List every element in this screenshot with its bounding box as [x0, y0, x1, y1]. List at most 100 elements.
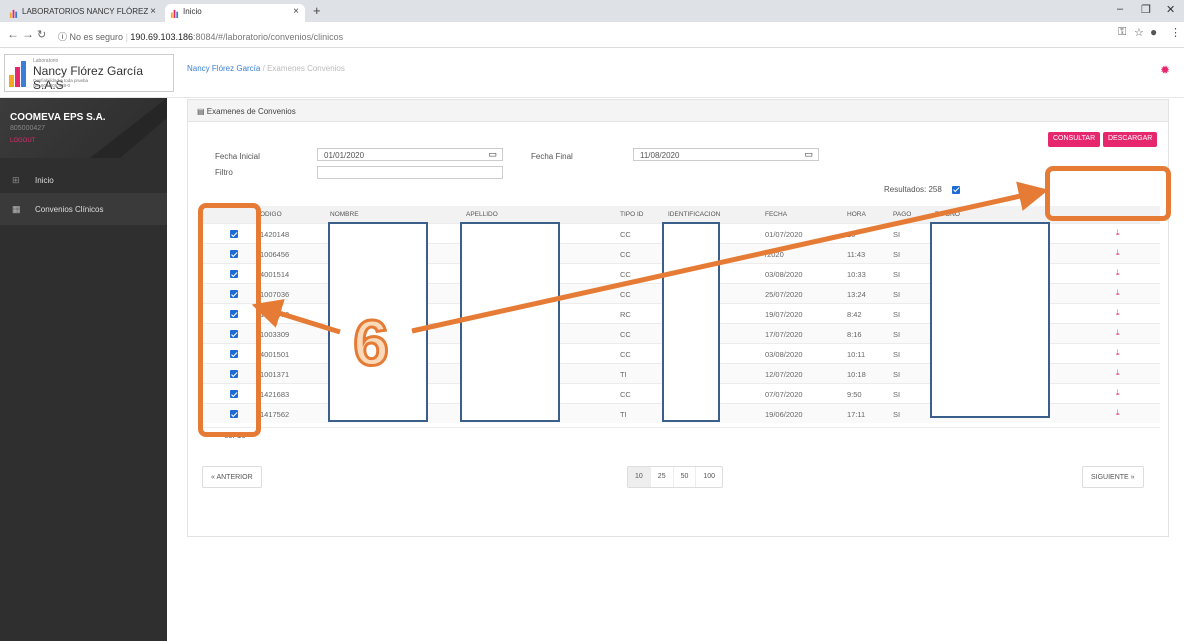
calendar-icon[interactable]: ▭ — [804, 149, 813, 160]
security-label: No es seguro — [69, 32, 124, 42]
reload-icon[interactable]: ↻ — [37, 28, 46, 41]
grid-icon: ⊞ — [12, 175, 20, 185]
company-name: COOMEVA EPS S.A. — [10, 112, 106, 123]
annotation-step-number: 6 — [352, 306, 391, 381]
back-icon[interactable]: ← — [7, 27, 19, 41]
breadcrumb: Nancy Flórez García / Examenes Convenios — [187, 64, 345, 73]
browser-tab-laboratorios[interactable]: LABORATORIOS NANCY FLÓREZ × — [4, 4, 162, 22]
url-path: :8084/#/laboratorio/convenios/clinicos — [192, 32, 344, 42]
browser-tab-inicio[interactable]: Inicio × — [165, 4, 305, 22]
gear-icon[interactable]: ✹ — [1160, 63, 1170, 77]
cell-codigo: 1007036 — [260, 290, 290, 299]
download-icon[interactable]: ⤓ — [1116, 308, 1120, 318]
redaction-box-identificacion — [662, 222, 720, 422]
minimize-icon[interactable]: – — [1117, 3, 1123, 15]
cell-fecha: 12/07/2020 — [765, 370, 803, 379]
tab-title: LABORATORIOS NANCY FLÓREZ — [22, 7, 149, 16]
cell-pago: SI — [893, 370, 901, 379]
descargar-button[interactable]: DESCARGAR — [1103, 132, 1158, 147]
col-nombre[interactable]: NOMBRE — [330, 211, 359, 218]
download-icon[interactable]: ⤓ — [1116, 388, 1120, 398]
col-fecha[interactable]: FECHA — [765, 211, 787, 218]
breadcrumb-separator: / — [262, 64, 265, 73]
fecha-inicial-label: Fecha Inicial — [215, 152, 260, 161]
calendar-icon[interactable]: ▭ — [488, 149, 497, 160]
cell-pago: SI — [893, 250, 901, 259]
col-hora[interactable]: HORA — [847, 211, 866, 218]
sidebar-item-label: Inicio — [35, 176, 54, 185]
fecha-inicial-input[interactable]: 01/01/2020 ▭ — [317, 148, 503, 161]
cell-fecha: 25/07/2020 — [765, 290, 803, 299]
page-size-10[interactable]: 10 — [628, 467, 651, 487]
cell-fecha: 17/07/2020 — [765, 330, 803, 339]
tab-title: Inicio — [183, 7, 202, 16]
cell-pago: SI — [893, 390, 901, 399]
cell-hora: 10 — [847, 230, 856, 239]
star-icon[interactable]: ☆ — [1134, 26, 1144, 39]
cell-codigo: 1001371 — [260, 370, 290, 379]
download-icon[interactable]: ⤓ — [1116, 408, 1120, 418]
key-icon[interactable]: ⚿ — [1118, 26, 1126, 39]
download-icon[interactable]: ⤓ — [1116, 328, 1120, 338]
sidebar-item-convenios[interactable]: ▦ Convenios Clínicos — [0, 193, 167, 225]
col-apellido[interactable]: APELLIDO — [466, 211, 498, 218]
download-icon[interactable]: ⤓ — [1116, 228, 1120, 238]
filtro-input[interactable] — [317, 166, 503, 179]
tab-close-icon[interactable]: × — [150, 6, 156, 17]
download-icon[interactable]: ⤓ — [1116, 368, 1120, 378]
page-size-25[interactable]: 25 — [651, 467, 674, 487]
download-icon[interactable]: ⤓ — [1116, 288, 1120, 298]
consultar-button[interactable]: CONSULTAR — [1048, 132, 1101, 147]
redaction-box-apellido — [460, 222, 560, 422]
url-input[interactable]: ⓘ No es seguro | 190.69.103.186:8084/#/l… — [50, 26, 1080, 44]
cell-codigo: 1421683 — [260, 390, 290, 399]
page-size-100[interactable]: 100 — [696, 467, 722, 487]
col-tipo-id[interactable]: TIPO ID — [620, 211, 643, 218]
company-logo[interactable]: Laboratorio Nancy Flórez García S.A.S Co… — [4, 54, 174, 92]
cell-codigo: 4001514 — [260, 270, 290, 279]
sidebar-item-inicio[interactable]: ⊞ Inicio — [0, 164, 167, 196]
col-identificacion[interactable]: IDENTIFICACION — [668, 211, 720, 218]
select-all-checkbox[interactable] — [952, 185, 961, 194]
cell-hora: 8:16 — [847, 330, 862, 339]
breadcrumb-current: Examenes Convenios — [267, 64, 345, 73]
breadcrumb-home[interactable]: Nancy Flórez García — [187, 64, 260, 73]
profile-icon[interactable]: ● — [1150, 25, 1157, 39]
download-icon[interactable]: ⤓ — [1116, 248, 1120, 258]
next-page-button[interactable]: SIGUIENTE » — [1082, 466, 1144, 488]
lab-favicon-icon — [9, 9, 18, 18]
cell-tipo-id: CC — [620, 270, 631, 279]
cell-codigo: 1417562 — [260, 410, 290, 419]
table-header: ODIGO NOMBRE APELLIDO TIPO ID IDENTIFICA… — [200, 206, 1160, 223]
redaction-box-telefono — [930, 222, 1050, 418]
cell-codigo: 1006456 — [260, 250, 290, 259]
cell-fecha: 03/08/2020 — [765, 270, 803, 279]
col-telefono[interactable]: TE ONO — [935, 211, 960, 218]
menu-dots-icon[interactable]: ⋮ — [1170, 26, 1181, 39]
cell-pago: SI — [893, 410, 901, 419]
cell-hora: 9:50 — [847, 390, 862, 399]
col-codigo[interactable]: ODIGO — [260, 211, 282, 218]
cell-pago: SI — [893, 230, 901, 239]
results-highlight — [1045, 166, 1171, 221]
download-icon[interactable]: ⤓ — [1116, 348, 1120, 358]
fecha-final-input[interactable]: 11/08/2020 ▭ — [633, 148, 819, 161]
prev-page-button[interactable]: « ANTERIOR — [202, 466, 262, 488]
page-size-50[interactable]: 50 — [674, 467, 697, 487]
cell-fecha: 03/08/2020 — [765, 350, 803, 359]
cell-pago: SI — [893, 330, 901, 339]
forward-icon[interactable]: → — [22, 27, 34, 41]
address-bar: ← → ↻ ⓘ No es seguro | 190.69.103.186:80… — [0, 22, 1184, 48]
info-icon[interactable]: ⓘ — [58, 32, 67, 42]
tab-close-icon[interactable]: × — [293, 6, 299, 17]
logout-link[interactable]: LOGOUT — [10, 138, 35, 144]
maximize-icon[interactable]: ❐ — [1141, 3, 1151, 16]
cell-codigo: 1004370 — [260, 310, 290, 319]
col-pago[interactable]: PAGO — [893, 211, 911, 218]
cell-fecha: 01/07/2020 — [765, 230, 803, 239]
new-tab-icon[interactable]: + — [313, 3, 321, 18]
cell-fecha: 19/07/2020 — [765, 310, 803, 319]
download-icon[interactable]: ⤓ — [1116, 268, 1120, 278]
close-window-icon[interactable]: ✕ — [1166, 3, 1175, 16]
cell-hora: 10:11 — [847, 350, 866, 359]
